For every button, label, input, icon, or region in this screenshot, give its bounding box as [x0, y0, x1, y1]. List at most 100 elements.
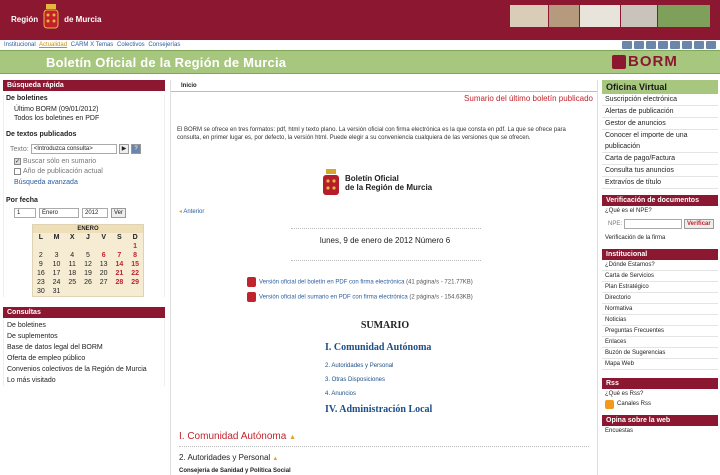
solo-sumario-checkbox[interactable]: ✓ — [14, 158, 21, 165]
oficina-virtual-link[interactable]: Gestor de anuncios — [602, 118, 718, 130]
calendar-day[interactable]: 31 — [49, 287, 65, 296]
calendar-day[interactable]: 17 — [49, 269, 65, 278]
calendar-day[interactable]: 22 — [127, 269, 143, 278]
font-smaller-icon[interactable] — [694, 41, 704, 49]
section-administracion-local[interactable]: IV. Administración Local — [325, 404, 432, 415]
arrow-up-icon[interactable]: ▲ — [289, 434, 296, 441]
institucional-link[interactable]: Plan Estratégico — [602, 282, 718, 293]
consulta-link-boletines[interactable]: De boletines — [4, 320, 164, 331]
busqueda-avanzada-link[interactable]: Búsqueda avanzada — [4, 178, 164, 187]
anterior-link[interactable]: ◂ Anterior — [179, 208, 204, 215]
consulta-link-convenios[interactable]: Convenios colectivos de la Región de Mur… — [4, 364, 164, 375]
calendar-day[interactable]: 12 — [80, 260, 96, 269]
ultimo-sumario-link[interactable]: Sumario del último boletín publicado — [464, 94, 593, 103]
mail-icon[interactable] — [646, 41, 656, 49]
calendar-day[interactable]: 28 — [112, 278, 128, 287]
nav-institucional[interactable]: Institucional — [4, 42, 36, 48]
sub-otras-disposiciones[interactable]: 3. Otras Disposiciones — [325, 377, 385, 383]
calendar-day[interactable]: 27 — [96, 278, 112, 287]
calendar-day[interactable]: 4 — [64, 251, 80, 260]
institucional-link[interactable]: Directorio — [602, 293, 718, 304]
calendar-day[interactable]: 11 — [64, 260, 80, 269]
calendar-day[interactable]: 26 — [80, 278, 96, 287]
institucional-link[interactable]: Noticias — [602, 315, 718, 326]
calendar-day[interactable]: 13 — [96, 260, 112, 269]
pdf-sumario-link[interactable]: Versión oficial del sumario en PDF con f… — [247, 292, 473, 302]
que-es-rss-link[interactable]: ¿Qué es Rss? — [602, 389, 718, 399]
calendar-day[interactable]: 16 — [33, 269, 49, 278]
calendar-day[interactable]: 23 — [33, 278, 49, 287]
search-input[interactable]: <Introduzca consulta> — [30, 144, 117, 154]
institucional-link[interactable]: Mapa Web — [602, 359, 718, 370]
oficina-virtual-link[interactable]: Carta de pago/Factura — [602, 153, 718, 165]
oficina-virtual-link[interactable]: Suscripción electrónica — [602, 94, 718, 106]
calendar-day[interactable]: 7 — [112, 251, 128, 260]
consulta-link-base-datos[interactable]: Base de datos legal del BORM — [4, 342, 164, 353]
calendar-day[interactable]: 5 — [80, 251, 96, 260]
nav-consejerias[interactable]: Consejerías — [148, 42, 180, 48]
institucional-link[interactable]: Normativa — [602, 304, 718, 315]
anio-actual-checkbox[interactable] — [14, 168, 21, 175]
calendar-day[interactable]: 29 — [127, 278, 143, 287]
calendar-day[interactable]: 25 — [64, 278, 80, 287]
ultimo-borm-link[interactable]: Último BORM (09/01/2012) — [4, 105, 164, 114]
verificacion-firma-link[interactable]: Verificación de la firma — [602, 233, 718, 243]
institucional-link[interactable]: ¿Dónde Estamos? — [602, 260, 718, 271]
print-icon[interactable] — [658, 41, 668, 49]
nav-colectivos[interactable]: Colectivos — [117, 42, 145, 48]
help-search-icon[interactable]: ? — [131, 144, 141, 154]
calendar-day[interactable]: 19 — [80, 269, 96, 278]
encuestas-link[interactable]: Encuestas — [602, 426, 718, 436]
calendar-day[interactable]: 1 — [127, 242, 143, 251]
consulta-link-mas-visitado[interactable]: Lo más visitado — [4, 375, 164, 386]
institucional-link[interactable]: Carta de Servicios — [602, 271, 718, 282]
nav-actualidad[interactable]: Actualidad — [39, 42, 67, 48]
region-logo[interactable]: Región de Murcia — [8, 2, 104, 36]
institucional-link[interactable]: Buzón de Sugerencias — [602, 348, 718, 359]
calendar-day[interactable]: 15 — [127, 260, 143, 269]
calendar-day[interactable]: 18 — [64, 269, 80, 278]
institucional-link[interactable]: Preguntas Frecuentes — [602, 326, 718, 337]
sitemap-icon[interactable] — [634, 41, 644, 49]
breadcrumb[interactable]: Inicio — [171, 80, 597, 92]
oficina-virtual-link[interactable]: Consulta tus anuncios — [602, 165, 718, 177]
oficina-virtual-link[interactable]: Conocer el importe de una publicación — [602, 130, 718, 153]
calendar-day[interactable]: 8 — [127, 251, 143, 260]
canales-rss-link[interactable]: Canales Rss — [602, 399, 718, 409]
calendar-day[interactable]: 21 — [112, 269, 128, 278]
npe-input[interactable] — [624, 219, 683, 229]
institucional-link[interactable]: Enlaces — [602, 337, 718, 348]
calendar-day[interactable]: 24 — [49, 278, 65, 287]
calendar-day[interactable]: 2 — [33, 251, 49, 260]
calendar-day[interactable]: 14 — [112, 260, 128, 269]
consulta-link-suplementos[interactable]: De suplementos — [4, 331, 164, 342]
calendar-day[interactable]: 9 — [33, 260, 49, 269]
todos-pdf-link[interactable]: Todos los boletines en PDF — [4, 114, 164, 123]
sub-autoridades[interactable]: 2. Autoridades y Personal — [325, 363, 393, 369]
calendar-day[interactable]: 3 — [49, 251, 65, 260]
home-icon[interactable] — [622, 41, 632, 49]
year-select[interactable]: 2012 — [82, 208, 108, 218]
oficina-virtual-link[interactable]: Alertas de publicación — [602, 106, 718, 118]
calendar-day[interactable]: 6 — [96, 251, 112, 260]
pdf-boletin-link[interactable]: Versión oficial del boletín en PDF con f… — [247, 277, 473, 287]
sub-anuncios[interactable]: 4. Anuncios — [325, 391, 356, 397]
font-larger-icon[interactable] — [706, 41, 716, 49]
nav-carm-temas[interactable]: CARM X Temas — [71, 42, 114, 48]
verificar-button[interactable]: Verificar — [684, 219, 714, 229]
que-es-npe-link[interactable]: ¿Qué es el NPE? — [602, 206, 718, 216]
search-go-button[interactable]: ▶ — [118, 144, 130, 154]
ver-button[interactable]: Ver — [111, 208, 127, 218]
accessibility-icon[interactable] — [682, 41, 692, 49]
help-icon[interactable] — [670, 41, 680, 49]
month-select[interactable]: Enero — [39, 208, 79, 218]
day-select[interactable]: 1 — [14, 208, 36, 218]
calendar-day[interactable]: 20 — [96, 269, 112, 278]
arrow-up-icon[interactable]: ▲ — [272, 456, 278, 462]
section-comunidad-autonoma[interactable]: I. Comunidad Autónoma — [325, 342, 431, 353]
calendar-day[interactable]: 10 — [49, 260, 65, 269]
consulta-link-empleo[interactable]: Oferta de empleo público — [4, 353, 164, 364]
calendar-day[interactable]: 30 — [33, 287, 49, 296]
borm-logo-text[interactable]: BORM — [628, 53, 678, 70]
oficina-virtual-link[interactable]: Extravíos de título — [602, 177, 718, 189]
